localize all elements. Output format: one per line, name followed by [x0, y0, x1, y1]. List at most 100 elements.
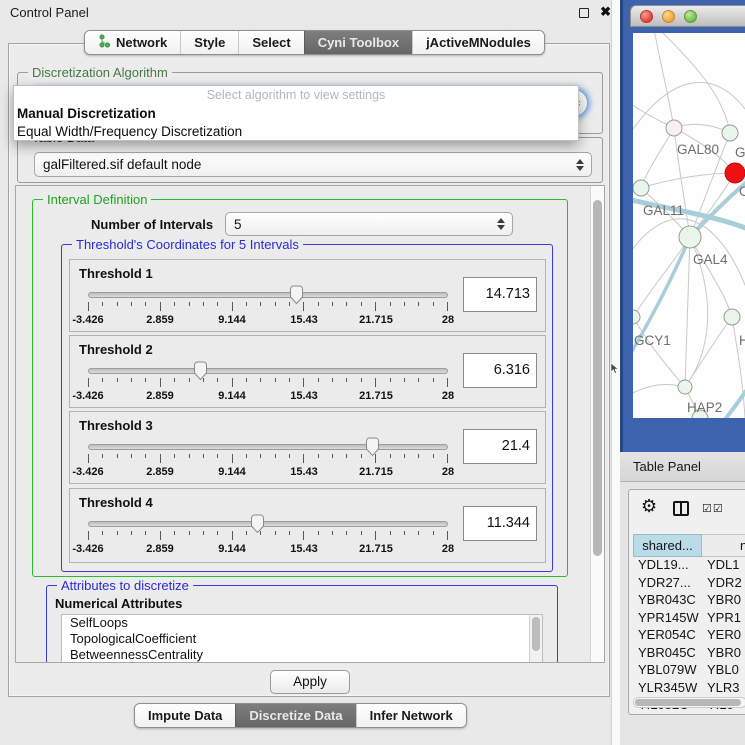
interval-definition-group: Interval Definition Number of Intervals … — [32, 199, 568, 577]
slider-track[interactable] — [88, 292, 448, 298]
network-icon — [98, 34, 111, 51]
slider-track[interactable] — [88, 521, 448, 527]
gear-icon[interactable]: ⚙ — [641, 496, 657, 517]
numerical-attributes-label: Numerical Attributes — [55, 596, 182, 611]
node-label: HAP2 — [687, 400, 722, 415]
slider-track[interactable] — [88, 368, 448, 374]
slider-tick-labels: -3.4262.8599.14415.4321.71528 — [88, 390, 448, 404]
tab-discretize-data[interactable]: Discretize Data — [235, 704, 355, 727]
mouse-cursor — [610, 362, 619, 380]
algorithm-dropdown-popup: Select algorithm to view settings Manual… — [13, 85, 579, 141]
table-row[interactable]: YBR043CYBR0 — [633, 592, 745, 610]
table-row[interactable]: YPR145WYPR1 — [633, 610, 745, 628]
slider-track[interactable] — [88, 444, 448, 450]
node-gal80 — [666, 120, 682, 136]
combo-arrows-icon — [497, 218, 505, 230]
select-all-checkboxes-icon[interactable]: ☑☑ — [702, 502, 724, 515]
combo-arrows-icon — [576, 159, 584, 171]
scrollbar-thumb[interactable] — [532, 617, 540, 651]
number-of-intervals-combobox[interactable]: 5 — [225, 212, 513, 236]
threshold-2-value-field[interactable]: 6.316 — [463, 353, 537, 388]
close-icon[interactable]: ✖ — [600, 4, 611, 20]
tab-jactivemnodules[interactable]: jActiveMNodules — [412, 31, 544, 54]
bottom-tab-bar: Impute Data Discretize Data Infer Networ… — [134, 703, 467, 728]
node-right — [724, 309, 740, 325]
node-hap2 — [678, 380, 692, 394]
numerical-attributes-list[interactable]: SelfLoops TopologicalCoefficient Between… — [61, 614, 543, 663]
panel-title: Control Panel — [10, 5, 89, 20]
node-partial-top — [722, 125, 738, 141]
network-canvas[interactable]: GAL80 GA C GAL11 GAL4 GCY1 H HAP2 — [633, 33, 745, 418]
node-label: GA — [735, 145, 745, 160]
top-tab-bar: Network Style Select Cyni Toolbox jActiv… — [84, 30, 545, 55]
threshold-4-box: Threshold 4 -3.4262.8599.14415.4321.7152… — [69, 488, 546, 563]
tab-impute-data[interactable]: Impute Data — [135, 704, 235, 727]
slider-tick-labels: -3.4262.8599.14415.4321.71528 — [88, 314, 448, 328]
float-window-icon[interactable] — [579, 8, 589, 18]
scrollbar-thumb[interactable] — [593, 200, 602, 556]
tab-cyni-toolbox[interactable]: Cyni Toolbox — [304, 31, 412, 54]
node-label: GAL4 — [693, 252, 728, 267]
threshold-3-value-field[interactable]: 21.4 — [463, 429, 537, 464]
attributes-group-title: Attributes to discretize — [57, 578, 193, 593]
scrollbar-thumb[interactable] — [635, 699, 741, 706]
threshold-1-value-field[interactable]: 14.713 — [463, 277, 537, 312]
table-header-row: shared... na — [633, 534, 745, 557]
node-red — [725, 163, 745, 183]
threshold-4-value-field[interactable]: 11.344 — [463, 506, 537, 541]
threshold-1-box: Threshold 1 -3.4262.8599.14415.4321.7152… — [69, 259, 546, 332]
table-panel-header: Table Panel — [620, 452, 745, 482]
column-header-name[interactable]: na — [702, 534, 745, 557]
dropdown-item-manual-discretization[interactable]: Manual Discretization — [14, 105, 578, 123]
dropdown-item-equal-width[interactable]: Equal Width/Frequency Discretization — [14, 123, 578, 141]
tab-network[interactable]: Network — [85, 31, 180, 54]
table-row[interactable]: YDR27...YDR2 — [633, 575, 745, 593]
threshold-2-slider[interactable]: -3.4262.8599.14415.4321.71528 — [88, 361, 448, 407]
threshold-4-label: Threshold 4 — [79, 495, 153, 510]
table-row[interactable]: YDL19...YDL1 — [633, 557, 745, 575]
attributes-group: Attributes to discretize Numerical Attri… — [46, 585, 558, 663]
thresholds-group-title: Threshold's Coordinates for 5 Intervals — [72, 237, 303, 252]
minimize-traffic-light-icon[interactable] — [662, 10, 675, 23]
tab-style[interactable]: Style — [180, 31, 238, 54]
table-panel-title: Table Panel — [633, 459, 701, 474]
threshold-3-slider[interactable]: -3.4262.8599.14415.4321.71528 — [88, 437, 448, 483]
threshold-1-label: Threshold 1 — [79, 266, 153, 281]
close-traffic-light-icon[interactable] — [640, 10, 653, 23]
settings-vertical-scrollbar[interactable] — [590, 186, 604, 662]
threshold-1-slider[interactable]: -3.4262.8599.14415.4321.71528 — [88, 285, 448, 331]
zoom-traffic-light-icon[interactable] — [684, 10, 697, 23]
node-table: shared... na YDL19...YDL1 YDR27...YDR2 Y… — [633, 534, 745, 715]
attributes-scrollbar[interactable] — [529, 615, 542, 663]
interval-definition-title: Interval Definition — [43, 192, 151, 207]
discretization-algorithm-title: Discretization Algorithm — [28, 65, 172, 80]
columns-icon[interactable] — [673, 501, 689, 516]
tab-infer-network[interactable]: Infer Network — [356, 704, 466, 727]
number-of-intervals-label: Number of Intervals — [91, 217, 213, 232]
node-gal11 — [633, 180, 649, 196]
table-row[interactable]: YBR045CYBR0 — [633, 645, 745, 663]
number-of-intervals-value: 5 — [234, 217, 242, 232]
node-gcy1 — [633, 310, 640, 324]
table-panel-area: ⚙ ☑☑ shared... na YDL19...YDL1 YDR27...Y… — [620, 482, 745, 745]
list-item[interactable]: SelfLoops — [62, 615, 542, 631]
list-item[interactable]: TopologicalCoefficient — [62, 631, 542, 647]
table-row[interactable]: YLR345WYLR3 — [633, 680, 745, 698]
table-row[interactable]: YBL079WYBL0 — [633, 662, 745, 680]
slider-tick-labels: -3.4262.8599.14415.4321.71528 — [88, 543, 448, 557]
slider-ticks — [88, 531, 448, 541]
apply-button[interactable]: Apply — [270, 670, 350, 694]
column-header-shared-name[interactable]: shared... — [633, 534, 702, 557]
node-label: C — [739, 184, 745, 199]
list-item[interactable]: BetweennessCentrality — [62, 647, 542, 663]
threshold-4-slider[interactable]: -3.4262.8599.14415.4321.71528 — [88, 514, 448, 560]
cyni-toolbox-panel: Discretization Algorithm Select algorith… — [8, 43, 610, 697]
table-horizontal-scrollbar[interactable] — [633, 697, 745, 708]
table-data-combobox[interactable]: galFiltered.sif default node — [34, 152, 592, 177]
tab-select[interactable]: Select — [238, 31, 303, 54]
network-window-titlebar[interactable] — [630, 5, 745, 27]
threshold-3-label: Threshold 3 — [79, 418, 153, 433]
table-row[interactable]: YER054CYER0 — [633, 627, 745, 645]
table-panel-box: ⚙ ☑☑ shared... na YDL19...YDL1 YDR27...Y… — [628, 489, 745, 715]
control-panel: Control Panel ✖ Network Style Select Cyn… — [0, 0, 620, 745]
